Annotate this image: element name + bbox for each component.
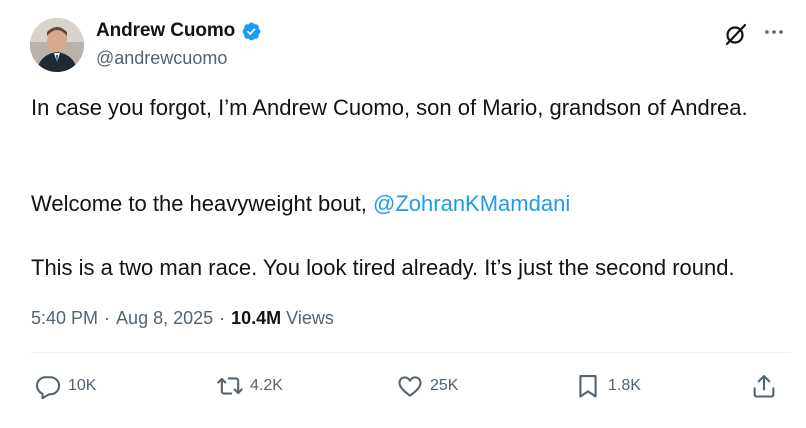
bookmark-count: 1.8K (608, 377, 641, 394)
like-icon (398, 376, 422, 397)
views-label: Views (286, 308, 334, 328)
tweet-time[interactable]: 5:40 PM (31, 308, 98, 329)
author-name-row: Andrew Cuomo (96, 20, 262, 42)
tweet-meta: 5:40 PM · Aug 8, 2025 · 10.4M Views (31, 308, 334, 329)
bookmark-button[interactable]: 1.8K (574, 372, 641, 400)
verified-badge-icon[interactable] (241, 21, 262, 42)
tweet-date[interactable]: Aug 8, 2025 (116, 308, 213, 329)
views-count: 10.4M (231, 308, 282, 328)
mention-link[interactable]: @ZohranKMamdani (373, 191, 570, 216)
reply-icon (35, 376, 61, 400)
share-button[interactable] (750, 372, 784, 400)
reply-count: 10K (68, 377, 97, 394)
bookmark-icon (579, 375, 597, 398)
meta-separator: · (104, 308, 111, 328)
reply-button[interactable]: 10K (34, 372, 96, 400)
tweet-text-paragraph-3: This is a two man race. You look tired a… (31, 255, 735, 280)
like-button[interactable]: 25K (396, 372, 458, 400)
avatar[interactable] (30, 18, 84, 72)
author-handle[interactable]: @andrewcuomo (96, 48, 227, 69)
like-count: 25K (430, 377, 459, 394)
tweet-card: Andrew Cuomo @andrewcuomo In case you fo… (0, 0, 806, 428)
repost-icon (217, 377, 243, 395)
share-icon (753, 375, 775, 398)
repost-count: 4.2K (250, 377, 283, 394)
tweet-text-paragraph-2: Welcome to the heavyweight bout, @Zohran… (31, 188, 791, 219)
display-name[interactable]: Andrew Cuomo (96, 20, 235, 42)
grok-icon[interactable] (723, 21, 749, 47)
tweet-text-paragraph-1: In case you forgot, I’m Andrew Cuomo, so… (31, 95, 748, 120)
repost-button[interactable]: 4.2K (216, 372, 283, 400)
tweet-text-prefix: Welcome to the heavyweight bout, (31, 191, 374, 216)
divider (31, 352, 791, 353)
meta-separator: · (219, 308, 226, 328)
more-icon[interactable] (763, 21, 785, 43)
